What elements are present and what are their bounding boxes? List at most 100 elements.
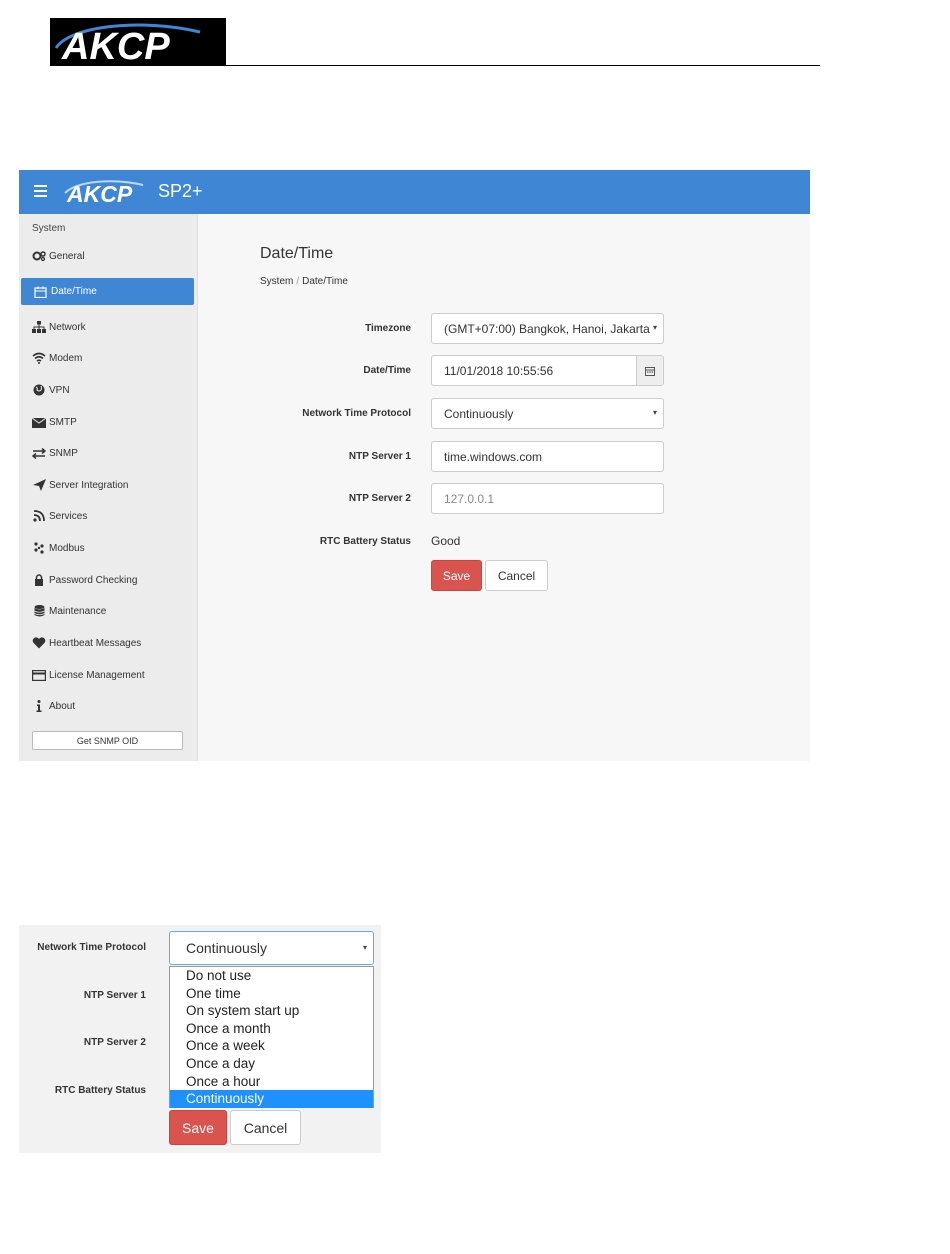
main-content: Date/Time System / Date/Time Timezone (GMT…: [199, 214, 810, 761]
modbus-icon: [32, 542, 46, 554]
ntp-option[interactable]: Once a month: [170, 1020, 373, 1038]
calendar-icon: [645, 366, 655, 376]
sidebar-item-modbus[interactable]: Modbus: [32, 538, 85, 558]
svg-text:AKCP: AKCP: [66, 181, 133, 205]
ntp-label: Network Time Protocol: [302, 408, 411, 419]
timezone-value: (GMT+07:00) Bangkok, Hanoi, Jakarta: [444, 321, 650, 336]
ntp-dropdown-screenshot: Network Time Protocol Continuously Do no…: [19, 925, 381, 1153]
datetime-settings-screenshot: AKCP SP2+ System General Date/Time Netwo…: [19, 170, 810, 761]
ntp-select[interactable]: Continuously: [431, 398, 664, 429]
sidebar-item-label: General: [49, 250, 85, 262]
sidebar-item-license-management[interactable]: License Management: [32, 665, 145, 685]
sidebar-item-label: Server Integration: [49, 479, 129, 491]
ntp-server-1-label: NTP Server 1: [83, 990, 146, 1001]
ntp-select[interactable]: Continuously: [169, 931, 374, 965]
sidebar-item-services[interactable]: Services: [32, 506, 87, 526]
sidebar-item-smtp[interactable]: SMTP: [32, 412, 77, 432]
datetime-value: 11/01/2018 10:55:56: [444, 363, 554, 378]
sidebar-item-about[interactable]: About: [32, 696, 75, 716]
ntp-options-list: Do not use One time On system start up O…: [169, 966, 374, 1108]
lock-icon: [32, 574, 46, 586]
ntp-option[interactable]: Once a hour: [170, 1073, 373, 1091]
database-icon: [32, 605, 46, 617]
sidebar-item-label: Services: [49, 510, 88, 522]
credit-card-icon: [32, 669, 46, 681]
ntp-label: Network Time Protocol: [37, 942, 146, 953]
breadcrumb-item-datetime: Date/Time: [302, 276, 348, 287]
sidebar-item-datetime[interactable]: Date/Time: [21, 278, 194, 305]
sidebar-item-label: SNMP: [49, 447, 78, 459]
hamburger-menu-icon[interactable]: [34, 185, 47, 197]
rtc-battery-status: Good: [431, 534, 461, 548]
save-button[interactable]: Save: [431, 560, 482, 591]
wifi-icon: [32, 352, 46, 364]
ntp-selected-value: Continuously: [186, 940, 267, 956]
sidebar-item-label: Maintenance: [49, 605, 107, 617]
sidebar-item-label: VPN: [49, 384, 70, 396]
sidebar-item-server-integration[interactable]: Server Integration: [32, 475, 129, 495]
sidebar-item-label: Network: [49, 321, 86, 333]
ntp-server-1-label: NTP Server 1: [348, 451, 411, 462]
ntp-server-1-input[interactable]: time.windows.com: [431, 441, 664, 472]
gears-icon: [32, 250, 46, 262]
ntp-server-1-value: time.windows.com: [444, 449, 543, 464]
ntp-server-2-label: NTP Server 2: [83, 1037, 146, 1048]
page-title: Date/Time: [260, 245, 334, 262]
breadcrumb-item-system[interactable]: System: [260, 276, 293, 287]
svg-text:AKCP: AKCP: [61, 26, 170, 66]
akcp-app-logo: AKCP: [63, 179, 155, 207]
timezone-select[interactable]: (GMT+07:00) Bangkok, Hanoi, Jakarta: [431, 313, 664, 344]
ntp-option[interactable]: Once a week: [170, 1037, 373, 1055]
sidebar-item-vpn[interactable]: VPN: [32, 380, 70, 400]
cancel-button[interactable]: Cancel: [230, 1110, 301, 1145]
ntp-value: Continuously: [444, 406, 514, 421]
breadcrumb-separator: /: [296, 276, 300, 287]
exchange-icon: [32, 447, 46, 459]
get-snmp-oid-button[interactable]: Get SNMP OID: [32, 731, 183, 750]
sitemap-icon: [32, 321, 46, 333]
sidebar-item-label: License Management: [49, 669, 145, 681]
ntp-option[interactable]: One time: [170, 985, 373, 1003]
sidebar-item-password-checking[interactable]: Password Checking: [32, 570, 137, 590]
sidebar-heading: System: [32, 223, 66, 234]
sidebar-item-label: Heartbeat Messages: [49, 637, 142, 649]
sidebar-item-label: SMTP: [49, 416, 77, 428]
sidebar-item-label: About: [49, 700, 76, 712]
sidebar-item-heartbeat-messages[interactable]: Heartbeat Messages: [32, 633, 141, 653]
sidebar-item-modem[interactable]: Modem: [32, 348, 82, 368]
heart-icon: [32, 637, 46, 649]
cancel-button[interactable]: Cancel: [485, 560, 548, 591]
ntp-option[interactable]: Once a day: [170, 1055, 373, 1073]
sidebar: System General Date/Time Network Modem V: [19, 214, 198, 761]
envelope-icon: [32, 416, 46, 428]
save-button[interactable]: Save: [169, 1110, 227, 1145]
globe-icon: [32, 384, 46, 396]
breadcrumb: System / Date/Time: [260, 276, 348, 287]
sidebar-item-label: Modem: [49, 352, 83, 364]
sidebar-item-maintenance[interactable]: Maintenance: [32, 601, 106, 621]
rtc-battery-label: RTC Battery Status: [54, 1085, 146, 1096]
top-navbar: AKCP SP2+: [19, 170, 810, 214]
ntp-server-2-label: NTP Server 2: [348, 493, 411, 504]
sidebar-item-snmp[interactable]: SNMP: [32, 443, 78, 463]
sidebar-item-label: Modbus: [49, 542, 85, 554]
ntp-option[interactable]: Do not use: [170, 967, 373, 985]
calendar-icon: [34, 286, 48, 298]
datetime-label: Date/Time: [363, 365, 411, 376]
ntp-server-2-placeholder: 127.0.0.1: [444, 491, 495, 506]
sidebar-item-network[interactable]: Network: [32, 317, 86, 337]
device-model: SP2+: [158, 181, 203, 201]
info-icon: [32, 700, 46, 712]
ntp-server-2-input[interactable]: 127.0.0.1: [431, 483, 664, 514]
sidebar-item-label: Password Checking: [49, 574, 138, 586]
calendar-picker-button[interactable]: [636, 356, 663, 385]
datetime-input[interactable]: 11/01/2018 10:55:56: [431, 355, 664, 386]
sidebar-item-general[interactable]: General: [32, 246, 85, 266]
timezone-label: Timezone: [365, 323, 411, 334]
ntp-option-selected[interactable]: Continuously: [170, 1090, 373, 1108]
rtc-battery-label: RTC Battery Status: [319, 536, 411, 547]
ntp-option[interactable]: On system start up: [170, 1002, 373, 1020]
sidebar-item-label: Date/Time: [51, 286, 97, 297]
akcp-document-logo: AKCP: [50, 18, 226, 68]
paper-plane-icon: [32, 479, 46, 491]
